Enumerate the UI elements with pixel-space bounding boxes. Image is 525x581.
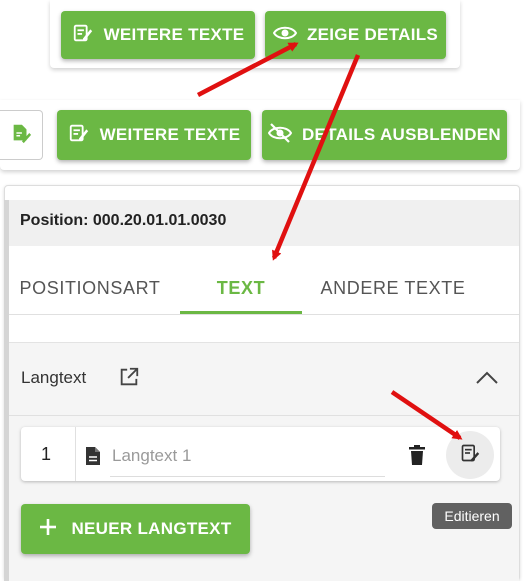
annotation-arrows [196,42,463,440]
arrow-to-text-tab [271,54,361,261]
arrow-to-show-details [196,42,299,97]
arrow-to-edit-button [390,390,463,440]
